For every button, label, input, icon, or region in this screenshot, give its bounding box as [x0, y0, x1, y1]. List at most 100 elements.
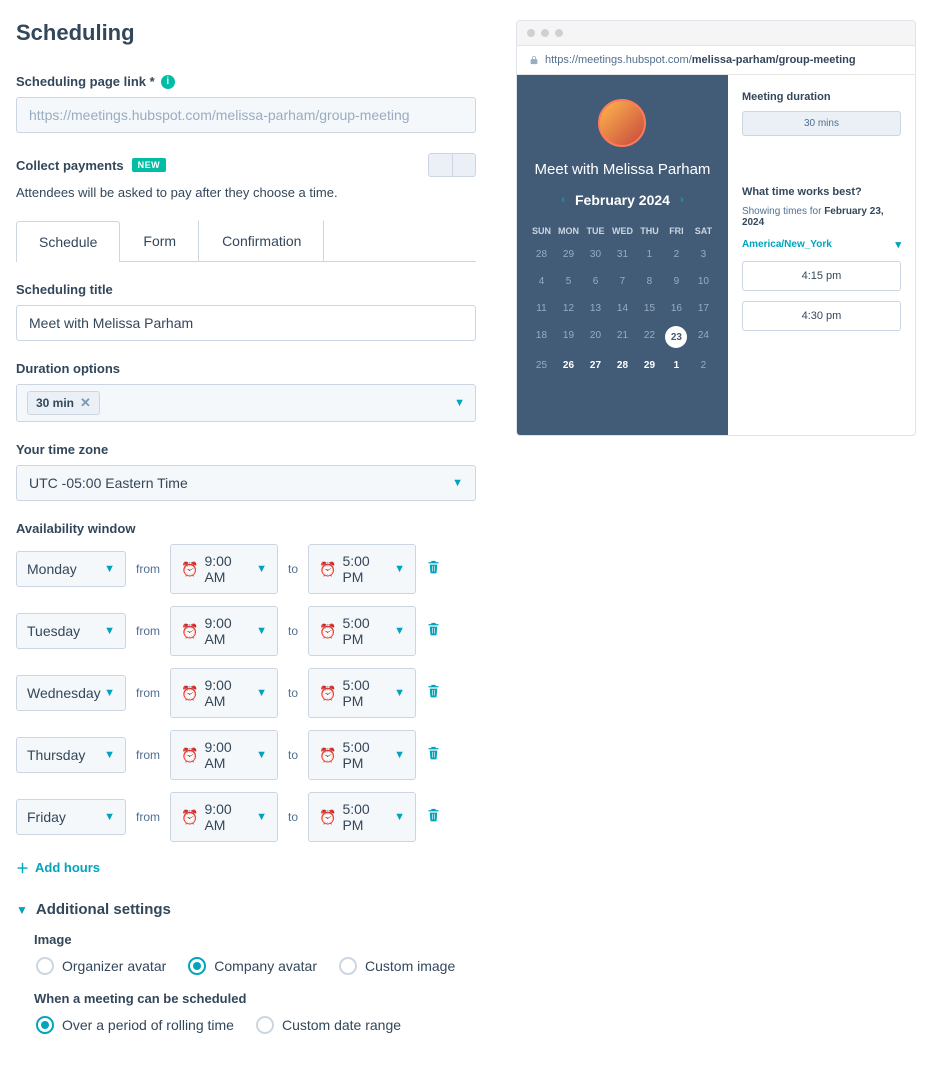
when-option-radio[interactable]: Over a period of rolling time: [36, 1016, 234, 1034]
clock-icon: ⏰: [319, 561, 336, 578]
lock-icon: [529, 55, 539, 65]
calendar-day[interactable]: 17: [691, 296, 716, 321]
calendar-day[interactable]: 2: [691, 353, 716, 378]
end-time-select[interactable]: ⏰5:00 PM▼: [308, 668, 416, 718]
calendar-day[interactable]: 16: [664, 296, 689, 321]
timezone-select[interactable]: UTC -05:00 Eastern Time ▼: [16, 465, 476, 501]
scheduling-link-input[interactable]: [16, 97, 476, 133]
trash-icon[interactable]: [426, 559, 441, 579]
add-hours-button[interactable]: ＋ Add hours: [16, 858, 100, 877]
end-time-select[interactable]: ⏰5:00 PM▼: [308, 606, 416, 656]
when-option-radio[interactable]: Custom date range: [256, 1016, 401, 1034]
start-time-select[interactable]: ⏰9:00 AM▼: [170, 730, 278, 780]
start-time-select[interactable]: ⏰9:00 AM▼: [170, 544, 278, 594]
image-option-radio[interactable]: Custom image: [339, 957, 455, 975]
calendar-grid: SUNMONTUEWEDTHUFRISAT2829303112345678910…: [529, 222, 716, 378]
avatar: [598, 99, 646, 147]
chevron-down-icon: ▼: [454, 397, 465, 409]
tab-schedule[interactable]: Schedule: [16, 221, 120, 262]
calendar-day[interactable]: 21: [610, 323, 635, 351]
calendar-day[interactable]: 13: [583, 296, 608, 321]
day-select[interactable]: Tuesday▼: [16, 613, 126, 649]
calendar-day[interactable]: 27: [583, 353, 608, 378]
trash-icon[interactable]: [426, 745, 441, 765]
trash-icon[interactable]: [426, 807, 441, 827]
calendar-day[interactable]: 28: [529, 242, 554, 267]
end-time-select[interactable]: ⏰5:00 PM▼: [308, 544, 416, 594]
calendar-day[interactable]: 24: [691, 323, 716, 351]
calendar-day[interactable]: 6: [583, 269, 608, 294]
calendar-day[interactable]: 7: [610, 269, 635, 294]
next-month-button[interactable]: ›: [680, 194, 684, 206]
calendar-day[interactable]: 3: [691, 242, 716, 267]
calendar-day[interactable]: 25: [529, 353, 554, 378]
to-label: to: [288, 686, 298, 700]
calendar-day[interactable]: 10: [691, 269, 716, 294]
calendar-day[interactable]: 18: [529, 323, 554, 351]
calendar-day[interactable]: 1: [637, 242, 662, 267]
calendar-day[interactable]: 26: [556, 353, 581, 378]
chevron-down-icon: ▼: [452, 477, 463, 489]
calendar-day[interactable]: 23: [664, 323, 689, 351]
calendar-day[interactable]: 11: [529, 296, 554, 321]
calendar-day[interactable]: 14: [610, 296, 635, 321]
calendar-day[interactable]: 20: [583, 323, 608, 351]
end-time-select[interactable]: ⏰5:00 PM▼: [308, 730, 416, 780]
radio-icon: [256, 1016, 274, 1034]
calendar-day[interactable]: 15: [637, 296, 662, 321]
calendar-day[interactable]: 8: [637, 269, 662, 294]
calendar-day[interactable]: 1: [664, 353, 689, 378]
calendar-day[interactable]: 4: [529, 269, 554, 294]
tab-confirmation[interactable]: Confirmation: [199, 220, 324, 261]
image-section-label: Image: [34, 932, 476, 947]
scheduling-title-input[interactable]: [16, 305, 476, 341]
collect-payments-toggle[interactable]: [428, 153, 476, 177]
start-time-select[interactable]: ⏰9:00 AM▼: [170, 606, 278, 656]
info-icon[interactable]: i: [161, 75, 175, 89]
calendar-day[interactable]: 29: [637, 353, 662, 378]
prev-month-button[interactable]: ‹: [561, 194, 565, 206]
browser-chrome: [517, 21, 915, 46]
calendar-day[interactable]: 5: [556, 269, 581, 294]
time-slot-button[interactable]: 4:30 pm: [742, 301, 901, 331]
end-time-select[interactable]: ⏰5:00 PM▼: [308, 792, 416, 842]
preview-month: February 2024: [575, 192, 670, 208]
close-icon[interactable]: ✕: [80, 395, 91, 411]
scheduling-link-label: Scheduling page link *: [16, 74, 155, 89]
calendar-day[interactable]: 31: [610, 242, 635, 267]
duration-option-button[interactable]: 30 mins: [742, 111, 901, 136]
day-select[interactable]: Monday▼: [16, 551, 126, 587]
additional-settings-label: Additional settings: [36, 901, 171, 918]
image-option-radio[interactable]: Organizer avatar: [36, 957, 166, 975]
from-label: from: [136, 686, 160, 700]
calendar-dow: WED: [610, 222, 635, 240]
from-label: from: [136, 624, 160, 638]
timezone-selector[interactable]: America/New_York▾: [742, 238, 901, 251]
trash-icon[interactable]: [426, 621, 441, 641]
trash-icon[interactable]: [426, 683, 441, 703]
additional-settings-toggle[interactable]: ▼ Additional settings: [16, 901, 476, 918]
duration-select[interactable]: 30 min ✕ ▼: [16, 384, 476, 422]
day-select[interactable]: Thursday▼: [16, 737, 126, 773]
start-time-select[interactable]: ⏰9:00 AM▼: [170, 792, 278, 842]
calendar-dow: SUN: [529, 222, 554, 240]
duration-chip[interactable]: 30 min ✕: [27, 391, 100, 415]
time-slot-button[interactable]: 4:15 pm: [742, 261, 901, 291]
calendar-day[interactable]: 22: [637, 323, 662, 351]
calendar-day[interactable]: 2: [664, 242, 689, 267]
meeting-duration-label: Meeting duration: [742, 91, 901, 103]
calendar-day[interactable]: 9: [664, 269, 689, 294]
start-time-select[interactable]: ⏰9:00 AM▼: [170, 668, 278, 718]
day-select[interactable]: Wednesday▼: [16, 675, 126, 711]
tab-form[interactable]: Form: [120, 220, 199, 261]
calendar-day[interactable]: 28: [610, 353, 635, 378]
calendar-day[interactable]: 12: [556, 296, 581, 321]
calendar-day[interactable]: 30: [583, 242, 608, 267]
calendar-day[interactable]: 29: [556, 242, 581, 267]
availability-row: Thursday▼from⏰9:00 AM▼to⏰5:00 PM▼: [16, 730, 476, 780]
image-option-radio[interactable]: Company avatar: [188, 957, 317, 975]
collect-payments-label: Collect payments: [16, 158, 124, 173]
day-select[interactable]: Friday▼: [16, 799, 126, 835]
calendar-day[interactable]: 19: [556, 323, 581, 351]
preview-url-bar: https://meetings.hubspot.com/melissa-par…: [517, 46, 915, 75]
